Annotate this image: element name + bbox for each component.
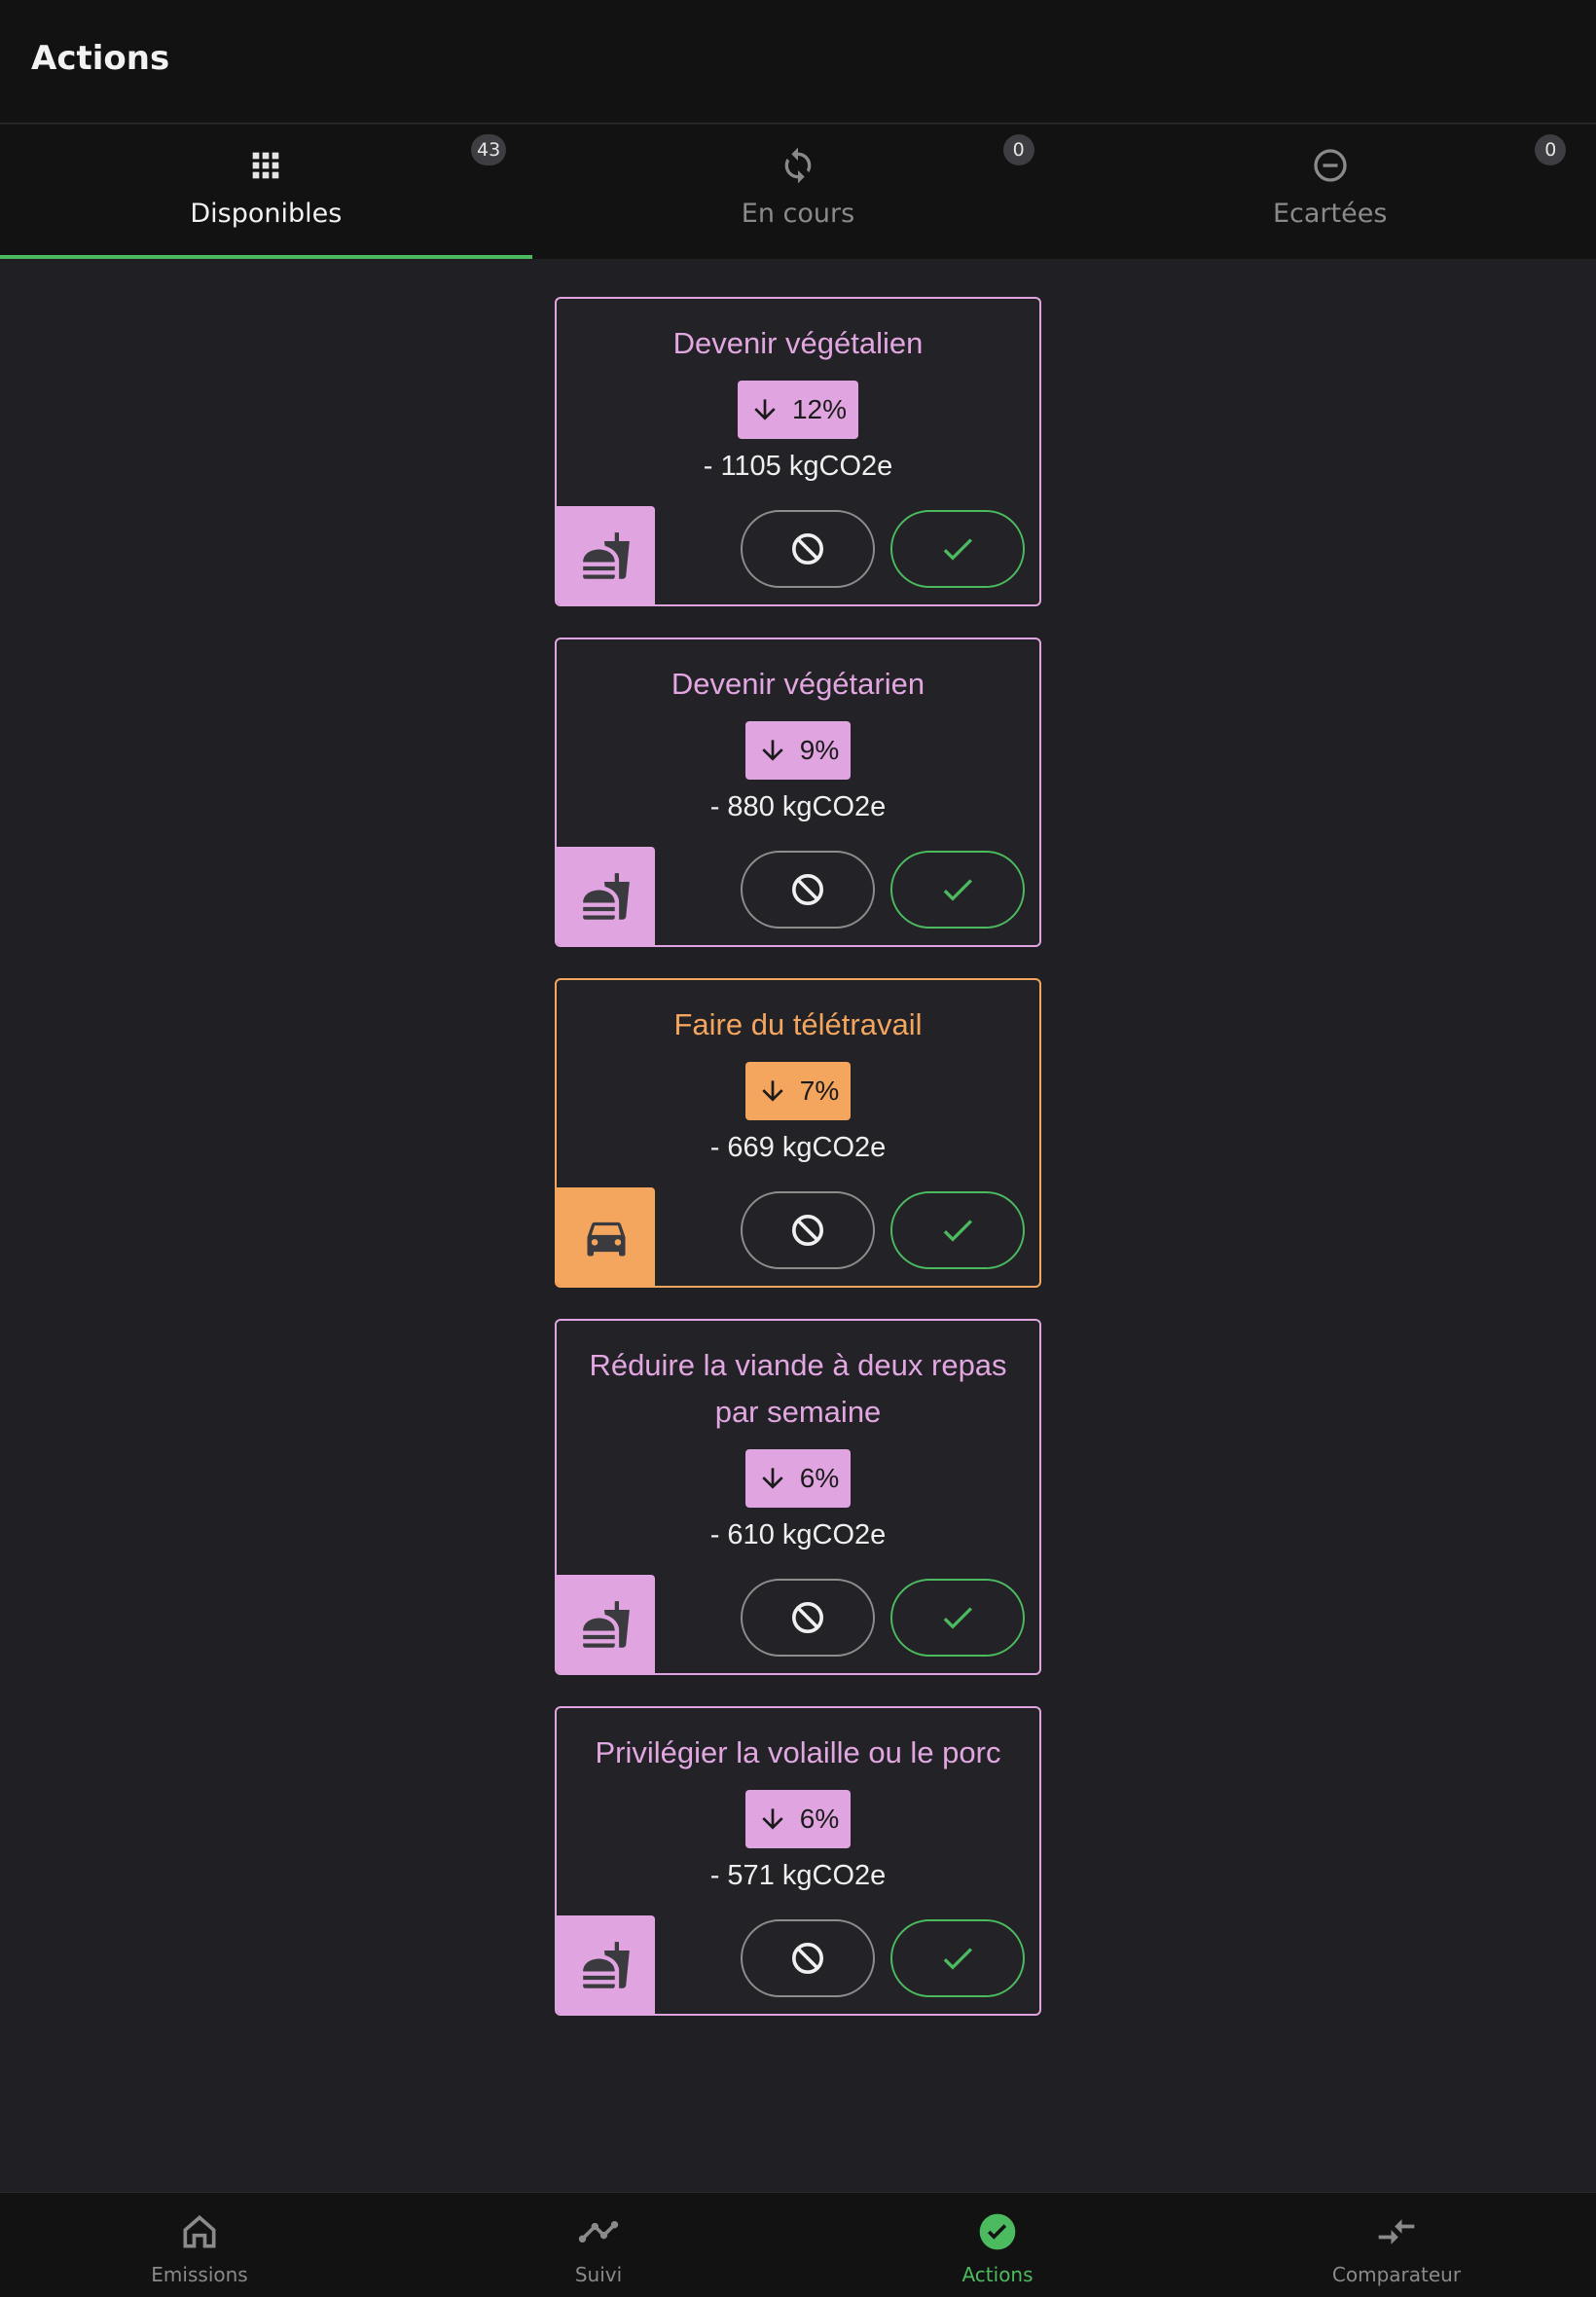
- nav-emissions[interactable]: Emissions: [0, 2193, 399, 2297]
- action-card[interactable]: Réduire la viande à deux repas par semai…: [555, 1319, 1041, 1675]
- page-title: Actions: [31, 39, 170, 78]
- arrow-down-icon: [762, 1468, 783, 1489]
- reduction-badge: 7%: [744, 1062, 852, 1120]
- accept-button[interactable]: [890, 510, 1025, 588]
- dismiss-button[interactable]: [741, 1579, 875, 1657]
- block-icon: [792, 1943, 823, 1974]
- reduction-percent: 12%: [791, 394, 848, 424]
- check-icon: [943, 1607, 972, 1629]
- reduction-badge: 12%: [737, 381, 859, 439]
- check-icon: [943, 1220, 972, 1242]
- arrow-down-icon: [762, 1808, 783, 1830]
- tab-disponibles[interactable]: Disponibles 43: [0, 125, 532, 259]
- tab-ecartees[interactable]: Ecartées 0: [1064, 125, 1596, 259]
- reduction-percent: 9%: [799, 735, 840, 765]
- tab-label: En cours: [741, 199, 855, 229]
- nav-label: Emissions: [151, 2263, 248, 2286]
- card-footer: [557, 1187, 1039, 1286]
- count-badge: 0: [1535, 134, 1567, 165]
- card-footer: [557, 1915, 1039, 2014]
- trend-icon: [578, 2221, 619, 2242]
- nav-suivi[interactable]: Suivi: [399, 2193, 798, 2297]
- action-title: Faire du télétravail: [673, 1007, 923, 1041]
- count-badge: 0: [1002, 134, 1034, 165]
- check-icon: [943, 538, 972, 561]
- co2-amount: - 1105 kgCO2e: [703, 451, 893, 482]
- fastfood-icon: [582, 872, 630, 920]
- action-card[interactable]: Privilégier la volaille ou le porc 6% - …: [555, 1706, 1041, 2016]
- reduction-percent: 7%: [799, 1076, 840, 1106]
- check-icon: [943, 879, 972, 901]
- category-badge: [557, 1915, 655, 2014]
- check-icon: [943, 1948, 972, 1970]
- nav-actions[interactable]: Actions: [798, 2193, 1197, 2297]
- nav-comparateur[interactable]: Comparateur: [1197, 2193, 1596, 2297]
- card-footer: [557, 1575, 1039, 1673]
- nav-label: Actions: [961, 2263, 1034, 2286]
- card-footer: [557, 506, 1039, 604]
- action-list: Devenir végétalien 12% - 1105 kgCO2e Dev…: [555, 297, 1041, 2047]
- arrow-down-icon: [754, 399, 776, 420]
- tab-bar: Disponibles 43 En cours 0 Ecartées 0: [0, 125, 1596, 259]
- action-title: Devenir végétarien: [671, 667, 925, 701]
- co2-amount: - 571 kgCO2e: [709, 1860, 887, 1891]
- co2-amount: - 880 kgCO2e: [709, 791, 887, 822]
- car-icon: [587, 1221, 625, 1256]
- action-title: Devenir végétalien: [672, 326, 924, 360]
- grid-icon: [252, 152, 279, 179]
- reduction-badge: 6%: [744, 1449, 852, 1508]
- nav-label: Suivi: [574, 2263, 623, 2286]
- accept-button[interactable]: [890, 1191, 1025, 1269]
- home-icon: [183, 2214, 216, 2248]
- arrow-down-icon: [762, 740, 783, 761]
- card-footer: [557, 847, 1039, 945]
- tab-en-cours[interactable]: En cours 0: [532, 125, 1065, 259]
- category-badge: [557, 1575, 655, 1673]
- minus-circle-icon: [1314, 149, 1347, 182]
- compare-arrows-icon: [1378, 2219, 1415, 2244]
- arrow-down-icon: [762, 1080, 783, 1102]
- co2-amount: - 669 kgCO2e: [709, 1132, 887, 1163]
- action-card[interactable]: Faire du télétravail 7% - 669 kgCO2e: [555, 978, 1041, 1288]
- block-icon: [792, 533, 823, 565]
- block-icon: [792, 874, 823, 905]
- reduction-percent: 6%: [799, 1463, 840, 1493]
- reduction-badge: 9%: [744, 721, 852, 780]
- action-card[interactable]: Devenir végétarien 9% - 880 kgCO2e: [555, 638, 1041, 947]
- block-icon: [792, 1215, 823, 1246]
- fastfood-icon: [582, 1600, 630, 1648]
- tab-label: Ecartées: [1272, 199, 1388, 229]
- bottom-navigation: Emissions Suivi Actions Comparateur: [0, 2192, 1596, 2297]
- sync-icon: [784, 147, 812, 184]
- accept-button[interactable]: [890, 851, 1025, 929]
- tab-label: Disponibles: [190, 199, 343, 229]
- app-bar: Actions: [0, 0, 1596, 124]
- action-card[interactable]: Devenir végétalien 12% - 1105 kgCO2e: [555, 297, 1041, 606]
- count-badge: 43: [471, 134, 507, 165]
- reduction-percent: 6%: [799, 1804, 840, 1834]
- fastfood-icon: [582, 531, 630, 579]
- action-title: Réduire la viande à deux repas par semai…: [589, 1348, 1007, 1429]
- dismiss-button[interactable]: [741, 1919, 875, 1997]
- reduction-badge: 6%: [744, 1790, 852, 1848]
- category-badge: [557, 1187, 655, 1286]
- check-circle-icon: [979, 2213, 1016, 2250]
- dismiss-button[interactable]: [741, 1191, 875, 1269]
- dismiss-button[interactable]: [741, 510, 875, 588]
- block-icon: [792, 1602, 823, 1633]
- dismiss-button[interactable]: [741, 851, 875, 929]
- nav-label: Comparateur: [1331, 2263, 1462, 2286]
- accept-button[interactable]: [890, 1919, 1025, 1997]
- action-title: Privilégier la volaille ou le porc: [595, 1735, 1001, 1769]
- co2-amount: - 610 kgCO2e: [709, 1519, 887, 1550]
- category-badge: [557, 506, 655, 604]
- category-badge: [557, 847, 655, 945]
- fastfood-icon: [582, 1941, 630, 1988]
- accept-button[interactable]: [890, 1579, 1025, 1657]
